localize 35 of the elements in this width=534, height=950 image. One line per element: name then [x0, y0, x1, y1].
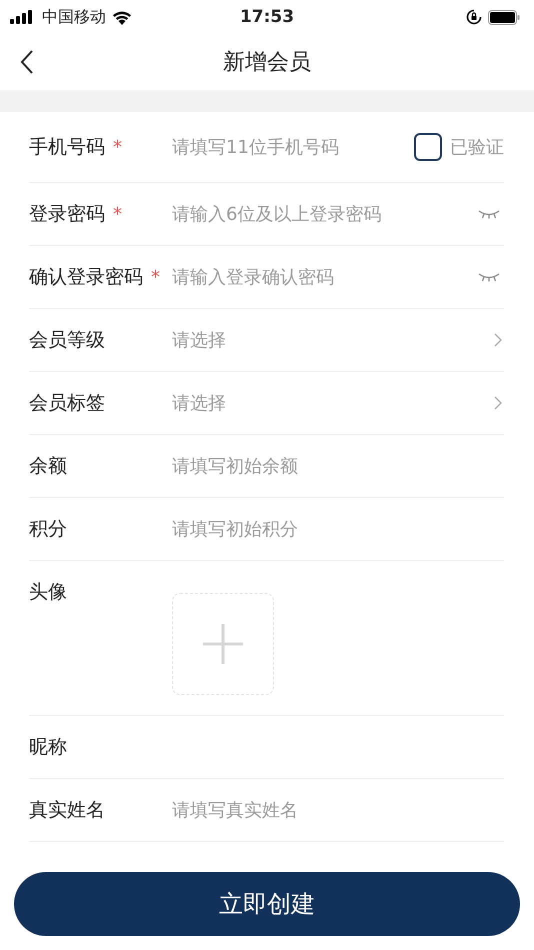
closed-eye-icon[interactable]: [478, 272, 500, 282]
input-field[interactable]: 请填写11位手机号码: [172, 136, 414, 158]
input-field[interactable]: 请填写真实姓名: [172, 800, 504, 820]
status-time: 17:53: [240, 7, 294, 27]
create-button[interactable]: 立即创建: [14, 872, 520, 936]
required-mark: *: [113, 204, 122, 224]
input-field[interactable]: 请填写初始余额: [172, 456, 504, 476]
select-field[interactable]: 请选择: [172, 330, 494, 350]
plus-icon: [202, 623, 244, 665]
page-title: 新增会员: [223, 49, 311, 77]
field-label: 确认登录密码: [29, 265, 143, 290]
input-field[interactable]: 请填写初始积分: [172, 518, 504, 540]
verified-checkbox[interactable]: [414, 133, 442, 161]
field-label: 会员标签: [29, 391, 105, 416]
rotation-lock-icon: [466, 9, 482, 25]
input-field[interactable]: 请输入登录确认密码: [172, 266, 478, 288]
field-label: 头像: [29, 580, 67, 605]
input-field[interactable]: 请输入6位及以上登录密码: [172, 204, 478, 224]
field-label: 真实姓名: [29, 798, 105, 823]
battery-icon: [488, 10, 520, 24]
chevron-right-icon: [494, 396, 502, 410]
field-label: 会员等级: [29, 328, 105, 353]
required-mark: *: [151, 266, 160, 288]
field-label: 积分: [29, 517, 67, 542]
wifi-icon: [112, 10, 132, 24]
required-mark: *: [113, 136, 122, 158]
carrier-name: 中国移动: [42, 6, 106, 28]
field-label: 手机号码: [29, 135, 105, 160]
checkbox-label: 已验证: [450, 136, 504, 159]
field-label: 昵称: [29, 735, 67, 760]
field-label: 登录密码: [29, 202, 105, 227]
field-label: 余额: [29, 454, 67, 479]
closed-eye-icon[interactable]: [478, 209, 500, 219]
select-field[interactable]: 请选择: [172, 392, 494, 414]
chevron-right-icon: [494, 333, 502, 347]
